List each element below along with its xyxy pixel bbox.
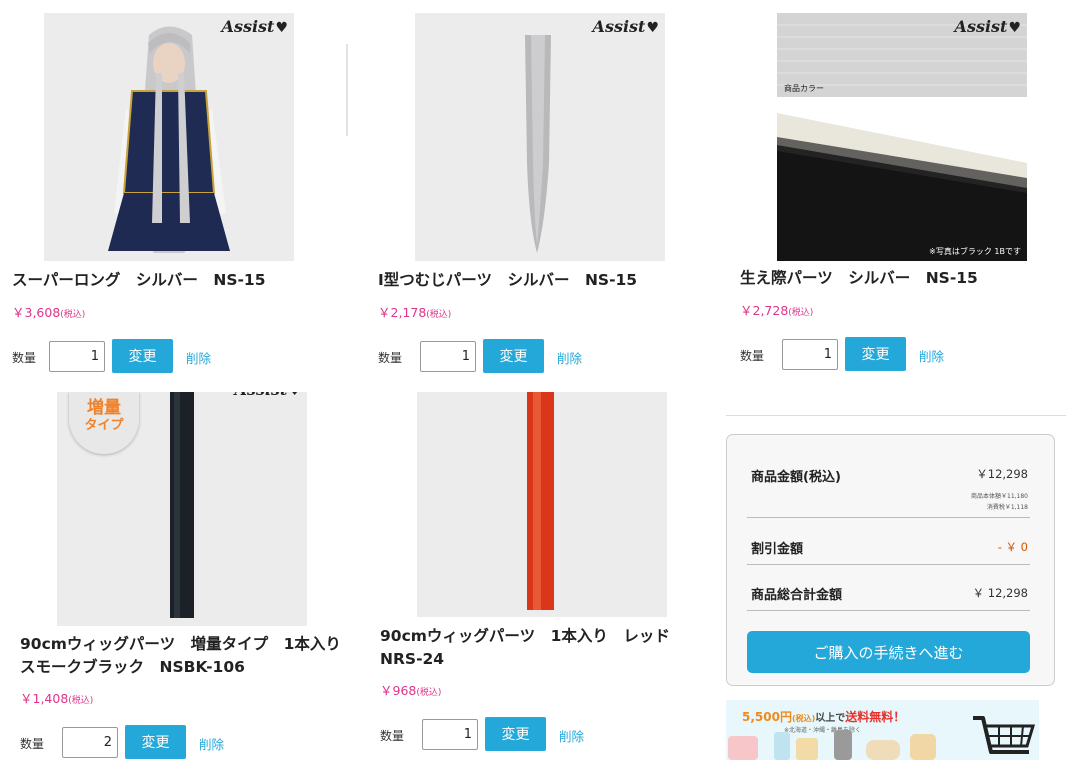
divider xyxy=(747,610,1030,611)
product-image[interactable]: 商品カラー ※写真はブラック 1Bです Assist♥ xyxy=(777,13,1027,261)
product-image[interactable]: 増量 タイプ Assist♥ xyxy=(57,392,307,626)
quantity-input[interactable] xyxy=(62,727,118,758)
free-shipping-banner[interactable]: 5,500円(税込)以上で送料無料！ ※北海道・沖縄・離島を除く xyxy=(726,700,1039,760)
quantity-input[interactable] xyxy=(782,339,838,370)
quantity-label: 数量 xyxy=(378,351,403,365)
delete-link[interactable]: 削除 xyxy=(559,726,584,745)
product-title[interactable]: 90cmウィッグパーツ 増量タイプ 1本入り スモークブラック NSBK-106 xyxy=(20,633,341,679)
subtotal-value: ￥12,298 xyxy=(976,467,1028,481)
image-caption: 商品カラー xyxy=(784,84,824,93)
cosmetics-products-image xyxy=(728,730,936,760)
quantity-input[interactable] xyxy=(420,341,476,372)
brand-logo: Assist♥ xyxy=(954,17,1021,36)
product-price: ￥968(税込) xyxy=(380,683,442,698)
change-button[interactable]: 変更 xyxy=(485,717,546,751)
change-button[interactable]: 変更 xyxy=(483,339,544,373)
image-caption: ※写真はブラック 1Bです xyxy=(929,247,1021,256)
scroll-indicator xyxy=(346,44,348,136)
subtotal-label: 商品金額(税込) xyxy=(751,470,841,485)
change-button[interactable]: 変更 xyxy=(125,725,186,759)
total-value: ￥ 12,298 xyxy=(972,586,1028,600)
delete-link[interactable]: 削除 xyxy=(199,734,224,753)
quantity-label: 数量 xyxy=(740,349,765,363)
quantity-label: 数量 xyxy=(20,737,45,751)
divider xyxy=(726,415,1066,416)
product-title[interactable]: 生え際パーツ シルバー NS-15 xyxy=(740,267,978,290)
product-price: ￥2,728(税込) xyxy=(740,303,814,318)
brand-logo: Assist♥ xyxy=(221,17,288,36)
brand-logo: Assist♥ xyxy=(235,392,301,399)
product-price: ￥1,408(税込) xyxy=(20,691,94,706)
divider xyxy=(747,564,1030,565)
hair-part-figure xyxy=(415,13,665,261)
banner-text: 5,500円(税込)以上で送料無料！ xyxy=(742,710,906,724)
change-button[interactable]: 変更 xyxy=(112,339,173,373)
tax-breakdown: 消費税￥1,118 xyxy=(986,504,1028,511)
quantity-input[interactable] xyxy=(422,719,478,750)
cart-icon xyxy=(973,716,1036,754)
hair-weft-figure xyxy=(417,392,667,617)
divider xyxy=(747,517,1030,518)
discount-label: 割引金額 xyxy=(751,542,804,557)
product-image[interactable]: Assist♥ xyxy=(415,13,665,261)
quantity-label: 数量 xyxy=(380,729,405,743)
product-title[interactable]: スーパーロング シルバー NS-15 xyxy=(12,269,266,292)
subtotal-breakdown: 商品本体額￥11,180 xyxy=(971,493,1028,500)
product-title[interactable]: 90cmウィッグパーツ 1本入り レッド NRS-24 xyxy=(380,625,670,671)
checkout-button[interactable]: ご購入の手続きへ進む xyxy=(747,631,1030,673)
delete-link[interactable]: 削除 xyxy=(919,346,944,365)
total-label: 商品総合計金額 xyxy=(751,588,843,603)
hairline-part-figure xyxy=(777,13,1027,261)
product-image[interactable]: Assist♥ xyxy=(44,13,294,261)
order-summary: 商品金額(税込) ￥12,298 商品本体額￥11,180 消費税￥1,118 … xyxy=(726,434,1055,686)
brand-logo: Assist♥ xyxy=(592,17,659,36)
discount-value: - ￥ 0 xyxy=(997,540,1028,554)
quantity-input[interactable] xyxy=(49,341,105,372)
quantity-label: 数量 xyxy=(12,351,37,365)
wig-model-figure xyxy=(44,13,294,261)
product-image[interactable] xyxy=(417,392,667,617)
change-button[interactable]: 変更 xyxy=(845,337,906,371)
product-price: ￥3,608(税込) xyxy=(12,305,86,320)
product-price: ￥2,178(税込) xyxy=(378,305,452,320)
delete-link[interactable]: 削除 xyxy=(557,348,582,367)
delete-link[interactable]: 削除 xyxy=(186,348,211,367)
product-title[interactable]: I型つむじパーツ シルバー NS-15 xyxy=(378,269,637,292)
